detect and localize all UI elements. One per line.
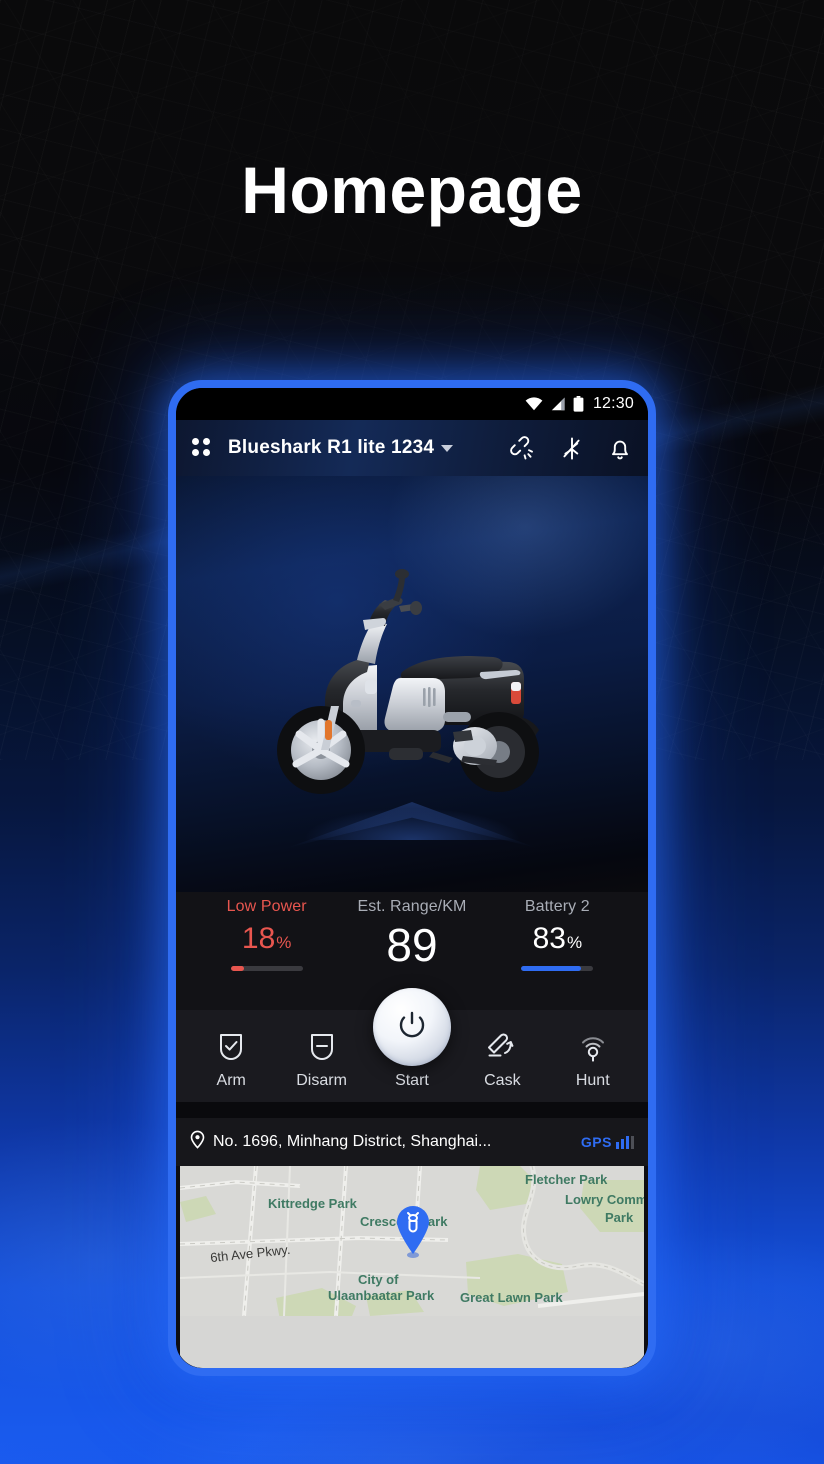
stat-value: 89: [386, 922, 437, 968]
stat-value: 83%: [533, 924, 583, 954]
appbar-icon-group: [510, 435, 632, 461]
bluetooth-off-icon[interactable]: [559, 436, 584, 461]
action-arm-button[interactable]: Arm: [192, 1028, 270, 1090]
stat-unit: %: [566, 933, 583, 952]
stat-progress-bar: [521, 966, 594, 971]
scooter-map-pin-icon[interactable]: [388, 1202, 438, 1265]
stat-unit: %: [276, 933, 292, 952]
map-label: Fletcher Park: [525, 1172, 608, 1187]
address-text: No. 1696, Minhang District, Shanghai...: [213, 1133, 492, 1150]
chevron-down-icon[interactable]: [441, 444, 454, 452]
map-label: City of: [358, 1272, 399, 1287]
vehicle-hero-section: [176, 476, 648, 892]
stat-number: 18: [241, 922, 276, 955]
status-bar: 12:30: [176, 388, 648, 420]
status-bar-time: 12:30: [592, 395, 634, 412]
map-label: Lowry Comm: [565, 1192, 644, 1207]
wifi-icon: [525, 397, 543, 411]
location-address-bar[interactable]: No. 1696, Minhang District, Shanghai... …: [176, 1118, 648, 1166]
action-label: Arm: [216, 1072, 246, 1089]
gps-signal-bars-icon: [616, 1135, 634, 1149]
location-map[interactable]: Kittredge Park Crescent Park Fletcher Pa…: [180, 1166, 644, 1368]
action-hunt-button[interactable]: Hunt: [554, 1028, 632, 1090]
section-divider: [176, 1102, 648, 1118]
app-header-bar: Blueshark R1 lite 1234: [176, 420, 648, 476]
quick-actions-section: Arm Disarm Start Cask Hunt: [176, 988, 648, 1102]
stat-label: Battery 2: [524, 898, 590, 915]
stat-progress-fill: [521, 966, 582, 971]
poster-background: Homepage 12:30 Blueshark R1 lite 1234 Lo…: [0, 0, 824, 1464]
quick-actions-row: Arm Disarm Start Cask Hunt: [176, 988, 648, 1102]
shield-check-icon: [216, 1028, 246, 1066]
battery-icon: [573, 396, 584, 412]
stat-low-power: Low Power 18%: [194, 898, 339, 971]
map-label: Ulaanbaatar Park: [328, 1288, 435, 1303]
phone-screen: 12:30 Blueshark R1 lite 1234 Low Power 1…: [176, 388, 648, 1368]
phone-mockup-frame: 12:30 Blueshark R1 lite 1234 Low Power 1…: [168, 380, 656, 1376]
stat-label: Est. Range/KM: [357, 898, 467, 915]
grid-menu-icon[interactable]: [192, 438, 212, 458]
broken-link-icon[interactable]: [510, 435, 535, 461]
gps-status-indicator: GPS: [581, 1134, 634, 1150]
bell-icon[interactable]: [608, 436, 632, 461]
start-power-button[interactable]: [372, 988, 451, 1066]
action-label: Cask: [484, 1072, 521, 1089]
device-name-label[interactable]: Blueshark R1 lite 1234: [228, 437, 434, 459]
action-start-button[interactable]: Start: [372, 988, 451, 1090]
stat-number: 83: [532, 922, 566, 955]
action-cask-button[interactable]: Cask: [463, 1028, 541, 1090]
action-disarm-button[interactable]: Disarm: [283, 1028, 361, 1090]
stat-number: 89: [386, 919, 438, 971]
seat-open-icon: [485, 1028, 519, 1066]
map-label: Kittredge Park: [268, 1196, 357, 1211]
location-pin-icon: [190, 1130, 205, 1154]
gps-label: GPS: [580, 1134, 612, 1150]
stat-battery-2: Battery 2 83%: [485, 898, 630, 971]
locate-signal-icon: [577, 1028, 609, 1066]
action-label: Hunt: [575, 1072, 610, 1089]
cellular-signal-icon: [550, 397, 566, 411]
map-label: Park: [605, 1210, 634, 1225]
stat-progress-fill: [230, 966, 244, 971]
scooter-side-view: [247, 560, 577, 805]
power-icon: [395, 1008, 429, 1047]
stat-value: 18%: [242, 924, 292, 954]
stat-progress-bar: [230, 966, 303, 971]
map-label: Great Lawn Park: [460, 1290, 563, 1305]
shield-minus-icon: [307, 1028, 337, 1066]
action-label: Disarm: [296, 1072, 347, 1089]
action-label: Start: [395, 1072, 429, 1089]
stat-label: Low Power: [226, 898, 307, 915]
stat-est-range: Est. Range/KM 89: [339, 898, 484, 968]
page-title: Homepage: [241, 153, 583, 227]
